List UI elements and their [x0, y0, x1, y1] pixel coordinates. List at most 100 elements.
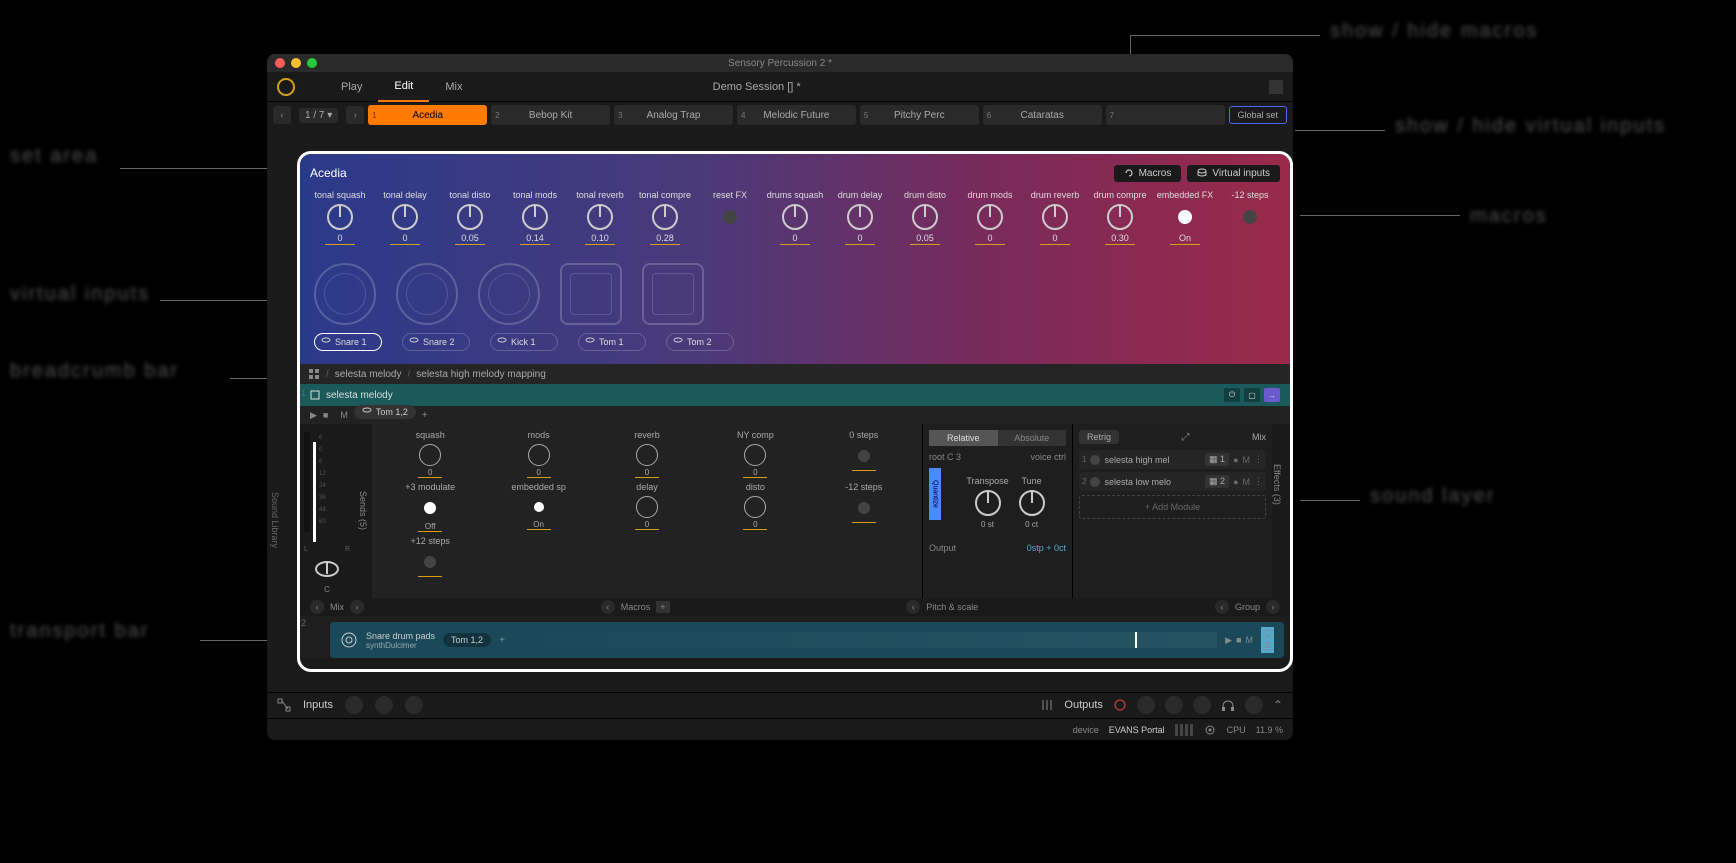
- set-tab-1[interactable]: 1Acedia: [368, 105, 487, 125]
- record-indicator[interactable]: [1269, 80, 1283, 94]
- retrig-button[interactable]: Retrig: [1079, 430, 1119, 444]
- set-tab-2[interactable]: 2Bebop Kit: [491, 105, 610, 125]
- layer-arrow-button[interactable]: →: [1264, 388, 1280, 402]
- breadcrumb-1[interactable]: selesta melody: [335, 369, 402, 380]
- local-macro-4[interactable]: 0 steps: [812, 430, 916, 478]
- layer-power-button[interactable]: ⏻: [1224, 388, 1240, 402]
- tune-knob[interactable]: [1019, 490, 1045, 516]
- layer2-play[interactable]: ▶: [1225, 635, 1232, 646]
- virtual-input-label-4[interactable]: Tom 2: [666, 333, 734, 351]
- knob[interactable]: [1107, 204, 1133, 230]
- page-indicator[interactable]: 1 / 7 ▾: [299, 108, 338, 123]
- output-icon-2[interactable]: [1165, 696, 1183, 714]
- local-macro-9[interactable]: -12 steps: [812, 482, 916, 532]
- prev-page-button[interactable]: ‹: [273, 106, 291, 124]
- virtual-input-label-3[interactable]: Tom 1: [578, 333, 646, 351]
- inputs-label[interactable]: Inputs: [303, 699, 333, 711]
- layer2-waveform[interactable]: [513, 632, 1217, 648]
- expand-chevron[interactable]: ⌃: [1273, 698, 1283, 712]
- sound-library-sidebar[interactable]: Sound Library: [267, 380, 283, 660]
- knob[interactable]: [327, 204, 353, 230]
- knob[interactable]: [652, 204, 678, 230]
- macro-7[interactable]: drums squash0: [765, 190, 825, 245]
- effects-column[interactable]: Effects (3): [1272, 424, 1290, 598]
- outputs-label[interactable]: Outputs: [1064, 699, 1103, 711]
- macro-10[interactable]: drum mods0: [960, 190, 1020, 245]
- voice-ctrl[interactable]: voice ctrl: [1030, 452, 1066, 462]
- set-tab-6[interactable]: 6Cataratas: [983, 105, 1102, 125]
- expand-icon[interactable]: ⤢: [1182, 432, 1190, 443]
- layer2-add[interactable]: +: [499, 635, 505, 646]
- layer-expand-button[interactable]: ▢: [1244, 388, 1260, 402]
- knob[interactable]: [392, 204, 418, 230]
- macro-14[interactable]: -12 steps: [1220, 190, 1280, 245]
- virtual-input-label-0[interactable]: Snare 1: [314, 333, 382, 351]
- sound-layer-2[interactable]: Snare drum pads synthDulcimer Tom 1,2 + …: [330, 622, 1284, 658]
- knob[interactable]: [1042, 204, 1068, 230]
- headphones-icon[interactable]: [1221, 698, 1235, 712]
- footer-next[interactable]: ›: [350, 600, 364, 614]
- circle-icon[interactable]: [1113, 698, 1127, 712]
- device-name[interactable]: EVANS Portal: [1109, 725, 1165, 735]
- knob[interactable]: [912, 204, 938, 230]
- set-tab-7[interactable]: 7: [1106, 105, 1225, 125]
- virtual-input-pad-4[interactable]: [642, 263, 704, 325]
- group-module-1[interactable]: 2selesta low melo▦ 2●M⋮: [1079, 472, 1266, 491]
- nav-edit[interactable]: Edit: [378, 72, 429, 102]
- sends-column[interactable]: Sends (5): [354, 424, 372, 598]
- knob[interactable]: [587, 204, 613, 230]
- set-tab-3[interactable]: 3Analog Trap: [614, 105, 733, 125]
- local-macro-10[interactable]: +12 steps: [378, 536, 482, 577]
- macro-6[interactable]: reset FX: [700, 190, 760, 245]
- knob[interactable]: [782, 204, 808, 230]
- relative-tab[interactable]: Relative: [929, 430, 998, 446]
- output-icon-4[interactable]: [1245, 696, 1263, 714]
- local-macro-5[interactable]: +3 modulateOff: [378, 482, 482, 532]
- macro-5[interactable]: tonal compre0.28: [635, 190, 695, 245]
- gear-icon[interactable]: [1203, 723, 1217, 737]
- next-page-button[interactable]: ›: [346, 106, 364, 124]
- layer2-stop[interactable]: ■: [1236, 635, 1241, 646]
- local-macro-8[interactable]: disto0: [703, 482, 807, 532]
- macro-0[interactable]: tonal squash0: [310, 190, 370, 245]
- close-button[interactable]: [275, 58, 285, 68]
- toggle-dot[interactable]: [1243, 210, 1257, 224]
- input-icon-2[interactable]: [375, 696, 393, 714]
- knob[interactable]: [977, 204, 1003, 230]
- local-macro-0[interactable]: squash0: [378, 430, 482, 478]
- macro-9[interactable]: drum disto0.05: [895, 190, 955, 245]
- output-icon-3[interactable]: [1193, 696, 1211, 714]
- knob[interactable]: [847, 204, 873, 230]
- add-input-button[interactable]: +: [422, 410, 428, 421]
- toggle-dot[interactable]: [723, 210, 737, 224]
- virtual-input-pad-1[interactable]: [396, 263, 458, 325]
- local-macro-2[interactable]: reverb0: [595, 430, 699, 478]
- set-tab-5[interactable]: 5Pitchy Perc: [860, 105, 979, 125]
- local-macro-1[interactable]: mods0: [486, 430, 590, 478]
- absolute-tab[interactable]: Absolute: [998, 430, 1067, 446]
- grid-icon[interactable]: [308, 368, 320, 380]
- macros-prev[interactable]: ‹: [601, 600, 615, 614]
- virtual-input-pad-3[interactable]: [560, 263, 622, 325]
- stop-icon[interactable]: ■: [323, 410, 328, 420]
- set-tab-4[interactable]: 4Melodic Future: [737, 105, 856, 125]
- virtual-input-label-2[interactable]: Kick 1: [490, 333, 558, 351]
- device-bars-icon[interactable]: [1175, 724, 1193, 736]
- virtual-input-pad-0[interactable]: [314, 263, 376, 325]
- virtual-inputs-toggle-button[interactable]: Virtual inputs: [1187, 165, 1280, 182]
- macro-13[interactable]: embedded FXOn: [1155, 190, 1215, 245]
- input-icon-3[interactable]: [405, 696, 423, 714]
- root-value[interactable]: root C 3: [929, 452, 961, 462]
- pan-knob[interactable]: [315, 561, 339, 577]
- local-macro-3[interactable]: NY comp0: [703, 430, 807, 478]
- layer-name-text[interactable]: selesta melody: [326, 390, 393, 401]
- virtual-input-pad-2[interactable]: [478, 263, 540, 325]
- breadcrumb-2[interactable]: selesta high melody mapping: [416, 369, 546, 380]
- quantize-strip[interactable]: Quantize: [929, 468, 941, 520]
- macro-12[interactable]: drum compre0.30: [1090, 190, 1150, 245]
- global-set-button[interactable]: Global set: [1229, 106, 1288, 124]
- input-icon-1[interactable]: [345, 696, 363, 714]
- pitch-prev[interactable]: ‹: [906, 600, 920, 614]
- group-next[interactable]: ›: [1266, 600, 1280, 614]
- session-name[interactable]: Demo Session [] *: [713, 81, 801, 93]
